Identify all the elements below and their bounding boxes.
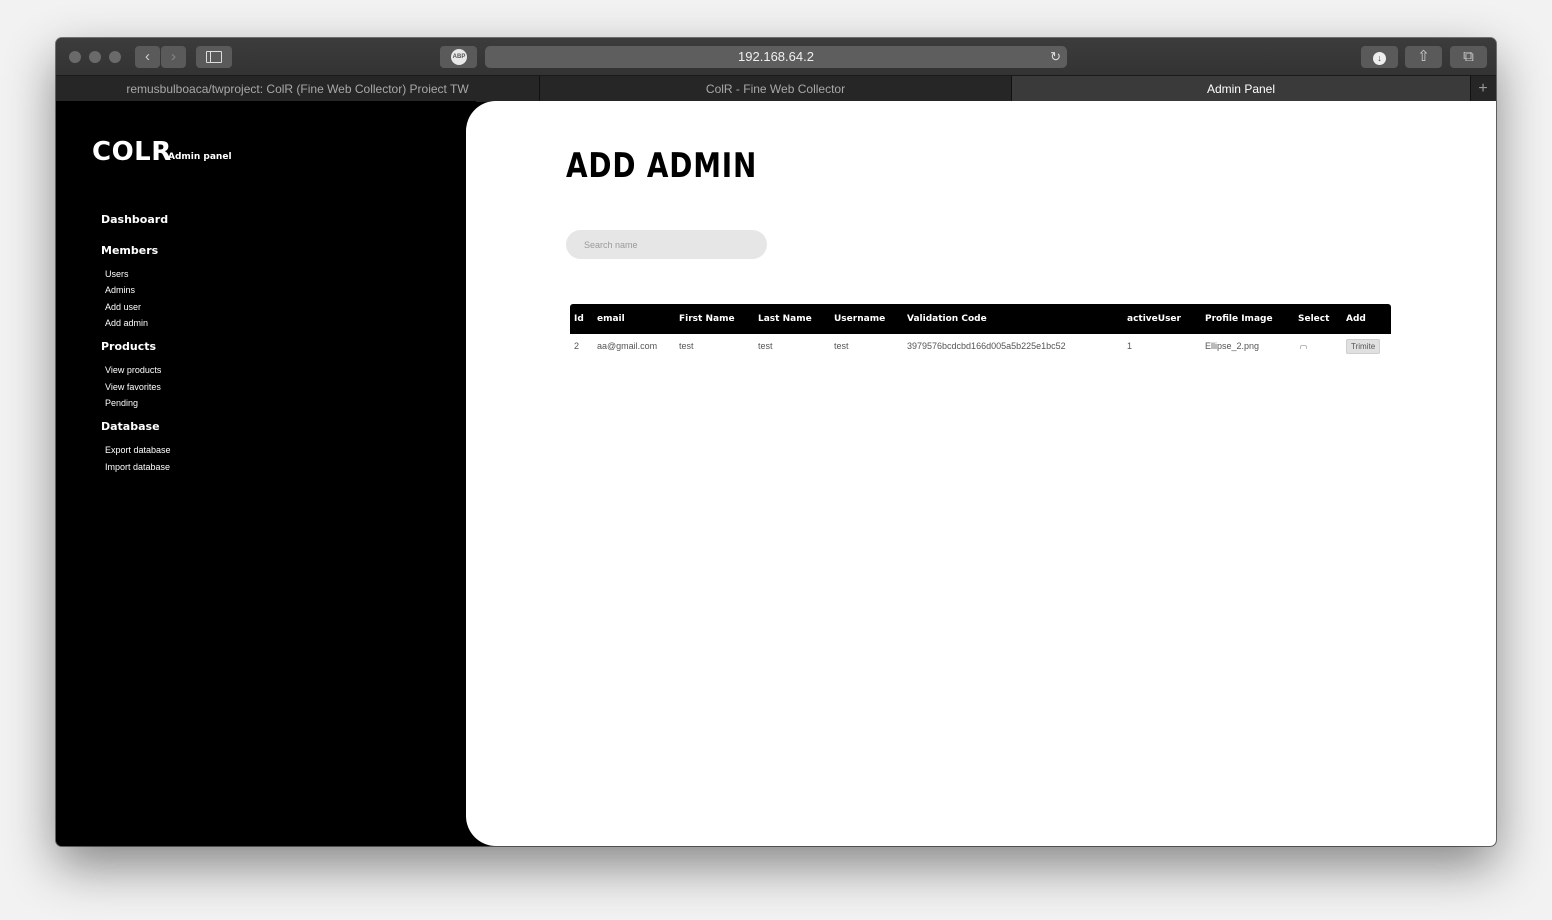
nav-dashboard[interactable]: Dashboard: [101, 213, 168, 226]
cell-add: Trimite: [1342, 334, 1391, 358]
col-header-active-user: activeUser: [1127, 314, 1181, 324]
nav-import-database[interactable]: Import database: [105, 462, 170, 472]
users-table: Id email First Name Last Name Username V…: [570, 304, 1391, 358]
col-header-id: Id: [574, 314, 584, 324]
logo-subtitle: Admin panel: [168, 152, 232, 162]
adblock-button[interactable]: ABP: [440, 46, 477, 68]
nav-view-products[interactable]: View products: [105, 365, 161, 375]
nav-heading-products: Products: [101, 340, 157, 353]
cell-first-name: test: [679, 341, 694, 351]
sidebar-toggle-button[interactable]: [196, 46, 232, 68]
admin-sidebar: COLR Admin panel Dashboard Members Users…: [56, 101, 476, 846]
sidebar-icon: [206, 51, 222, 63]
cell-id: 2: [574, 341, 580, 351]
reload-icon[interactable]: ↻: [1050, 46, 1061, 68]
url-text: 192.168.64.2: [738, 49, 814, 64]
tabs-icon: ⧉: [1463, 48, 1474, 65]
tab-overview-button[interactable]: ⧉: [1450, 46, 1487, 68]
share-icon: ⇧: [1417, 48, 1430, 65]
cell-username: test: [834, 341, 849, 351]
zoom-window-button[interactable]: [109, 51, 121, 63]
cell-profile-image: Ellipse_2.png: [1205, 341, 1260, 351]
nav-pending[interactable]: Pending: [105, 398, 138, 408]
table-row: 2 aa@gmail.com test test test 3979576bcd…: [570, 334, 1391, 358]
chevron-left-icon: ‹: [145, 48, 150, 65]
nav-view-favorites[interactable]: View favorites: [105, 382, 161, 392]
share-button[interactable]: ⇧: [1405, 46, 1442, 68]
adblock-icon: ABP: [451, 49, 467, 65]
chevron-right-icon: ›: [171, 48, 176, 65]
page-title: ADD ADMIN: [566, 146, 758, 186]
logo: COLR: [92, 137, 172, 167]
browser-window: ‹ › ABP 192.168.64.2 ↻ ↓ ⇧ ⧉ remusbulboa…: [56, 38, 1496, 846]
plus-icon: +: [1478, 80, 1488, 97]
cell-active-user: 1: [1127, 341, 1133, 351]
nav-heading-members: Members: [101, 244, 159, 257]
download-icon: ↓: [1373, 52, 1386, 65]
col-header-last-name: Last Name: [758, 314, 812, 324]
cell-select: [1294, 334, 1342, 358]
select-checkbox[interactable]: [1300, 345, 1307, 349]
browser-toolbar: ‹ › ABP 192.168.64.2 ↻ ↓ ⇧ ⧉: [56, 38, 1496, 75]
nav-admins[interactable]: Admins: [105, 285, 135, 295]
tab-colr[interactable]: ColR - Fine Web Collector: [540, 76, 1012, 102]
col-header-first-name: First Name: [679, 314, 735, 324]
search-input[interactable]: [566, 230, 767, 259]
submit-button[interactable]: Trimite: [1346, 339, 1381, 354]
address-bar[interactable]: 192.168.64.2 ↻: [485, 46, 1067, 68]
tab-admin-panel[interactable]: Admin Panel: [1012, 76, 1471, 102]
col-header-select: Select: [1298, 314, 1330, 324]
nav-add-admin[interactable]: Add admin: [105, 318, 148, 328]
col-header-email: email: [597, 314, 625, 324]
col-header-profile-image: Profile Image: [1205, 314, 1273, 324]
col-header-validation-code: Validation Code: [907, 314, 987, 324]
new-tab-button[interactable]: +: [1470, 76, 1496, 102]
col-header-username: Username: [834, 314, 886, 324]
nav-users[interactable]: Users: [105, 269, 129, 279]
close-window-button[interactable]: [69, 51, 81, 63]
minimize-window-button[interactable]: [89, 51, 101, 63]
nav-add-user[interactable]: Add user: [105, 302, 141, 312]
nav-heading-database: Database: [101, 420, 160, 433]
nav-export-database[interactable]: Export database: [105, 445, 171, 455]
tab-bar: remusbulboaca/twproject: ColR (Fine Web …: [56, 75, 1496, 102]
downloads-button[interactable]: ↓: [1361, 46, 1398, 68]
cell-validation-code: 3979576bcdcbd166d005a5b225e1bc52: [907, 341, 1066, 351]
tab-github[interactable]: remusbulboaca/twproject: ColR (Fine Web …: [56, 76, 540, 102]
table-header-row: Id email First Name Last Name Username V…: [570, 304, 1391, 334]
back-button[interactable]: ‹: [135, 46, 160, 68]
main-content: ADD ADMIN Id email First Name Last Name …: [466, 101, 1496, 846]
cell-email: aa@gmail.com: [597, 341, 658, 351]
cell-last-name: test: [758, 341, 773, 351]
col-header-add: Add: [1346, 314, 1366, 324]
forward-button[interactable]: ›: [161, 46, 186, 68]
